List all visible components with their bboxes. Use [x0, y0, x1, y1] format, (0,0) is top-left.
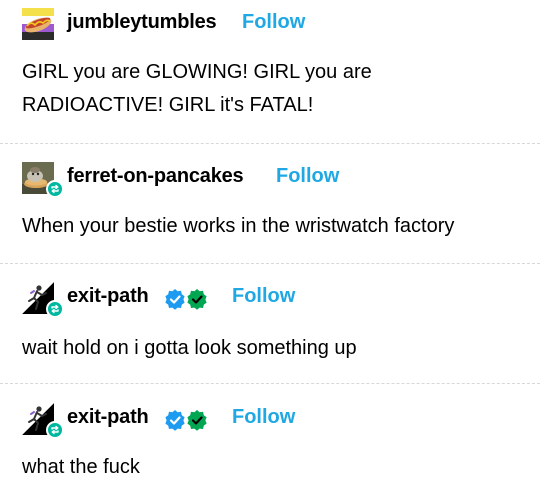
post-body-line: wait hold on i gotta look something up — [22, 337, 357, 359]
post-divider — [0, 263, 540, 264]
follow-button[interactable]: Follow — [232, 406, 295, 429]
follow-button[interactable]: Follow — [232, 285, 295, 308]
post-divider — [0, 383, 540, 384]
green-checkmark-icon — [187, 289, 207, 310]
post-body-line: what the fuck — [22, 456, 140, 478]
ferret-pancake-icon[interactable] — [22, 162, 64, 198]
hotdog-icon[interactable] — [22, 8, 54, 40]
verification-badges — [164, 409, 210, 431]
green-checkmark-icon — [187, 410, 207, 431]
post-header: exit-path Follow — [0, 403, 540, 439]
post-divider — [0, 143, 540, 144]
post-username[interactable]: exit-path — [67, 406, 149, 429]
post-body-line: GIRL you are GLOWING! GIRL you are — [22, 61, 372, 83]
verification-badges — [164, 288, 210, 310]
follow-button[interactable]: Follow — [242, 11, 305, 34]
post-username[interactable]: exit-path — [67, 285, 149, 308]
post-username[interactable]: jumbleytumbles — [67, 11, 217, 34]
follow-button[interactable]: Follow — [276, 165, 339, 188]
post-body-line: RADIOACTIVE! GIRL it's FATAL! — [22, 94, 314, 116]
post-header: jumbleytumbles Follow — [0, 8, 540, 40]
exit-path-icon[interactable] — [22, 282, 64, 318]
exit-path-icon[interactable] — [22, 403, 64, 439]
post-header: exit-path Follow — [0, 282, 540, 318]
reblog-icon — [46, 300, 64, 318]
blue-checkmark-icon — [165, 410, 185, 431]
reblog-icon — [46, 180, 64, 198]
post-username[interactable]: ferret-on-pancakes — [67, 165, 244, 188]
reblog-icon — [46, 421, 64, 439]
blue-checkmark-icon — [165, 289, 185, 310]
post-body-line: When your bestie works in the wristwatch… — [22, 215, 455, 237]
post-header: ferret-on-pancakes Follow — [0, 162, 540, 198]
reblog-thread: jumbleytumbles Follow GIRL you are GLOWI… — [0, 0, 540, 494]
